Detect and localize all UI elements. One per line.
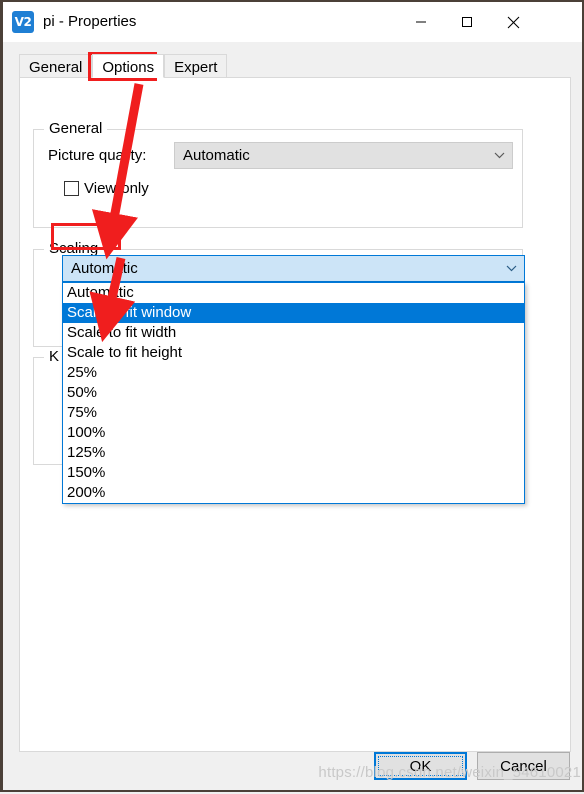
tab-options[interactable]: Options — [92, 54, 165, 78]
dropdown-item-75[interactable]: 75% — [63, 403, 524, 423]
scaling-combobox[interactable]: Automatic — [62, 255, 525, 282]
dropdown-item-125[interactable]: 125% — [63, 443, 524, 463]
chevron-down-icon — [498, 265, 524, 272]
title-bar: V2 pi - Properties — [3, 2, 582, 42]
minimize-button[interactable] — [398, 2, 444, 42]
dropdown-item-100[interactable]: 100% — [63, 423, 524, 443]
vnc-viewer-icon: V2 — [12, 11, 34, 33]
picture-quality-label: Picture quality: — [48, 147, 147, 164]
minimize-icon — [416, 21, 426, 23]
tab-strip: General Options Expert — [19, 54, 228, 78]
picture-quality-value: Automatic — [183, 147, 250, 164]
dropdown-item-150[interactable]: 150% — [63, 463, 524, 483]
close-icon — [507, 16, 519, 28]
keyboard-group-title: K — [44, 348, 65, 365]
scaling-selected-value: Automatic — [71, 260, 138, 277]
annotation-box-scaling-label — [51, 223, 121, 250]
watermark-text: https://blog.csdn.net/weixin_54610021 — [318, 764, 581, 781]
dropdown-item-25[interactable]: 25% — [63, 363, 524, 383]
properties-window: V2 pi - Properties General Options Exper… — [0, 0, 584, 792]
close-button[interactable] — [490, 2, 536, 42]
dropdown-item-50[interactable]: 50% — [63, 383, 524, 403]
view-only-checkbox-row[interactable]: View-only — [64, 180, 149, 197]
tab-expert[interactable]: Expert — [164, 54, 228, 78]
scaling-dropdown-list[interactable]: Automatic Scale to fit window Scale to f… — [62, 282, 525, 504]
dropdown-item-scale-to-fit-window[interactable]: Scale to fit window — [63, 303, 524, 323]
dropdown-item-scale-to-fit-width[interactable]: Scale to fit width — [63, 323, 524, 343]
view-only-label: View-only — [84, 180, 149, 197]
picture-quality-combobox[interactable]: Automatic — [174, 142, 513, 169]
chevron-down-icon — [486, 152, 512, 159]
view-only-checkbox[interactable] — [64, 181, 79, 196]
dropdown-item-automatic[interactable]: Automatic — [63, 283, 524, 303]
maximize-button[interactable] — [444, 2, 490, 42]
dropdown-item-200[interactable]: 200% — [63, 483, 524, 503]
dropdown-item-scale-to-fit-height[interactable]: Scale to fit height — [63, 343, 524, 363]
general-group-title: General — [44, 120, 108, 137]
window-title: pi - Properties — [43, 13, 137, 30]
tab-general[interactable]: General — [19, 54, 93, 78]
maximize-icon — [462, 17, 472, 27]
